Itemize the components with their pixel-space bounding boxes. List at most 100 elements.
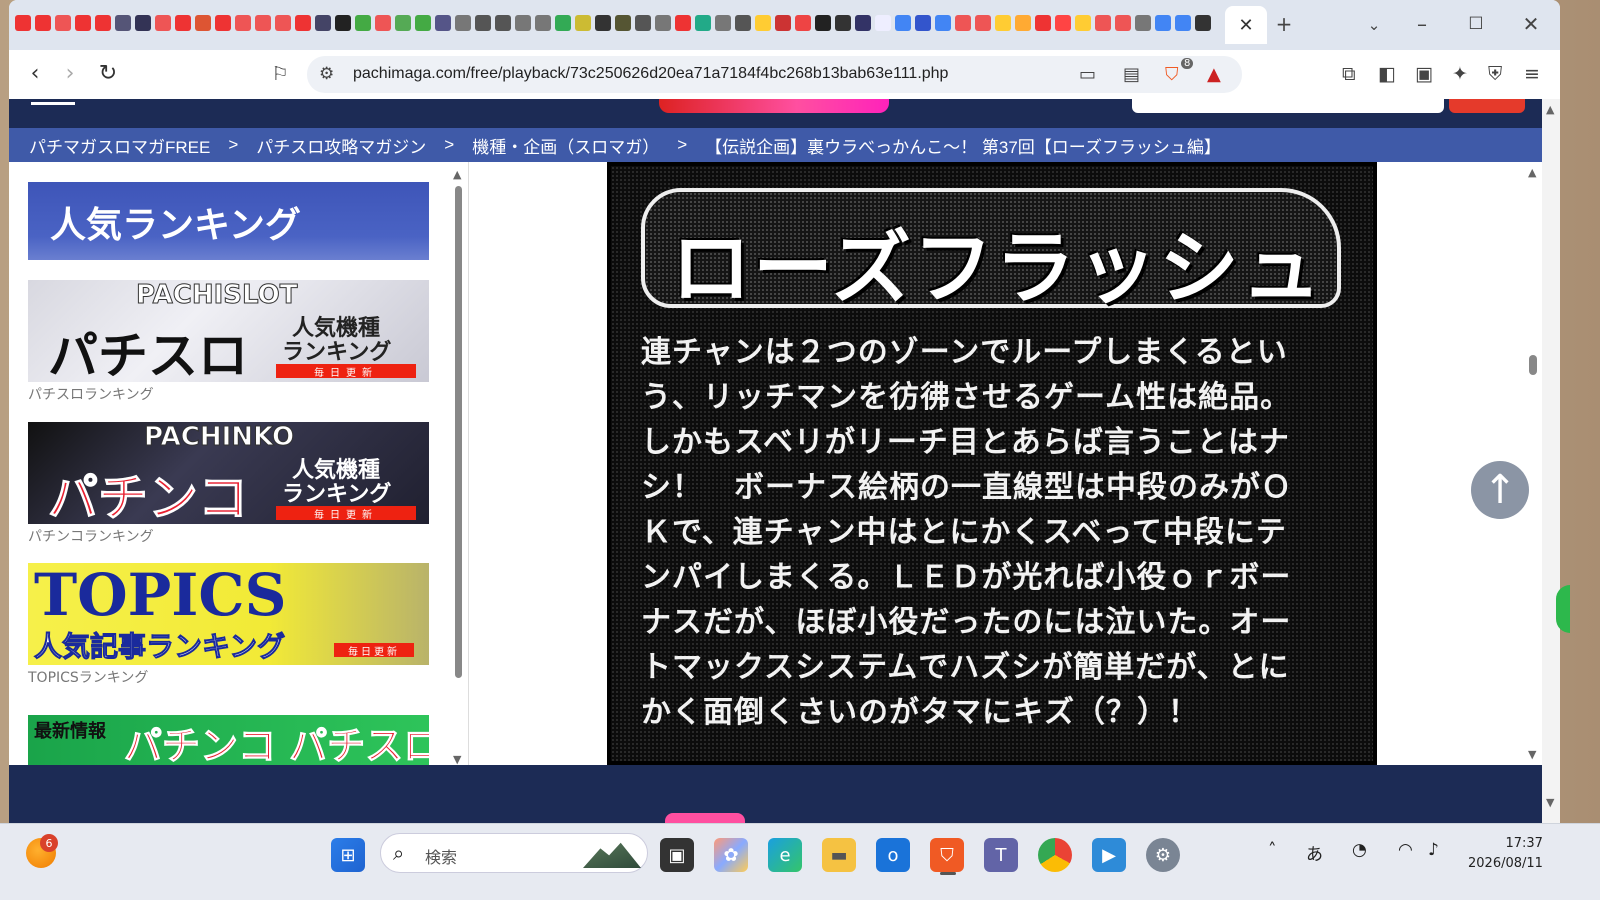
site-logo[interactable] — [659, 99, 889, 113]
tab-favicon-icon[interactable] — [635, 15, 651, 31]
maximize-button[interactable]: ☐ — [1461, 14, 1491, 34]
tab-favicon-icon[interactable] — [875, 15, 891, 31]
reader-mode-icon[interactable]: ▤ — [1123, 64, 1140, 85]
tab-favicon-icon[interactable] — [1155, 15, 1171, 31]
tab-favicon-icon[interactable] — [495, 15, 511, 31]
brave-rewards-icon[interactable]: ▲ — [1207, 64, 1221, 85]
tab-favicon-icon[interactable] — [55, 15, 71, 31]
tab-favicon-icon[interactable] — [835, 15, 851, 31]
scroll-down-arrow-icon[interactable]: ▼ — [1528, 748, 1536, 761]
brave-shields-icon[interactable]: ⛉ — [1165, 64, 1179, 85]
reload-icon[interactable]: ↻ — [95, 61, 121, 86]
content-scrollbar[interactable]: ▲ ▼ — [1526, 162, 1540, 765]
tab-favicon-icon[interactable] — [755, 15, 771, 31]
vpn-icon[interactable]: ⛨ — [1488, 63, 1502, 85]
url-text[interactable]: pachimaga.com/free/playback/73c250626d20… — [353, 65, 948, 83]
breadcrumb-item-home[interactable]: パチマガスロマガFREE — [29, 133, 210, 158]
page-scrollbar[interactable]: ▲ ▼ — [1542, 99, 1560, 823]
tab-favicon-icon[interactable] — [1055, 15, 1071, 31]
back-to-top-button[interactable]: ↑ — [1471, 461, 1529, 519]
task-view-icon[interactable]: ▣ — [660, 838, 694, 872]
tab-favicon-icon[interactable] — [355, 15, 371, 31]
leo-ai-icon[interactable]: ✦ — [1452, 63, 1468, 85]
tab-favicon-icon[interactable] — [975, 15, 991, 31]
footer-logo[interactable] — [665, 813, 745, 823]
settings-gear-icon[interactable]: ⚙ — [1146, 838, 1180, 872]
tab-favicon-icon[interactable] — [515, 15, 531, 31]
tray-chevron-icon[interactable]: ˄ — [1268, 840, 1277, 860]
pachinko-ranking-banner[interactable]: PACHINKO パチンコ 人気機種 ランキング 毎日更新 — [28, 422, 429, 524]
tab-favicon-icon[interactable] — [855, 15, 871, 31]
tab-favicon-icon[interactable] — [175, 15, 191, 31]
cast-icon[interactable]: ▭ — [1079, 64, 1096, 85]
address-bar[interactable]: ⚙ pachimaga.com/free/playback/73c250626d… — [307, 56, 1242, 93]
tab-favicon-icon[interactable] — [15, 15, 31, 31]
start-menu-icon[interactable]: ⊞ — [331, 838, 365, 872]
topics-ranking-banner[interactable]: TOPICS 人気記事ランキング 毎日更新 — [28, 563, 429, 665]
sidebar-toggle-icon[interactable]: ◧ — [1378, 63, 1396, 85]
side-panel-tab[interactable] — [1556, 585, 1570, 633]
tab-favicon-icon[interactable] — [675, 15, 691, 31]
tab-favicon-icon[interactable] — [535, 15, 551, 31]
media-player-icon[interactable]: ▶ — [1092, 838, 1126, 872]
close-window-button[interactable]: ✕ — [1516, 12, 1546, 36]
tab-favicon-icon[interactable] — [695, 15, 711, 31]
tab-favicon-icon[interactable] — [155, 15, 171, 31]
site-search-input[interactable] — [1132, 99, 1444, 113]
scroll-down-arrow-icon[interactable]: ▼ — [453, 753, 461, 765]
banner-caption[interactable]: パチスロランキング — [28, 384, 154, 404]
tab-favicon-icon[interactable] — [35, 15, 51, 31]
menu-icon[interactable]: ≡ — [1524, 63, 1540, 85]
tab-favicon-icon[interactable] — [295, 15, 311, 31]
back-arrow-icon[interactable]: ‹ — [22, 61, 48, 86]
tab-favicon-icon[interactable] — [895, 15, 911, 31]
tab-favicon-icon[interactable] — [1195, 15, 1211, 31]
tab-favicon-icon[interactable] — [915, 15, 931, 31]
tab-favicon-icon[interactable] — [455, 15, 471, 31]
site-search-button[interactable] — [1449, 99, 1525, 113]
tab-favicon-icon[interactable] — [1115, 15, 1131, 31]
tab-list-chevron-icon[interactable]: ⌄ — [1359, 16, 1389, 34]
tab-favicon-icon[interactable] — [595, 15, 611, 31]
tab-favicon-icon[interactable] — [235, 15, 251, 31]
active-tab[interactable]: ✕ — [1225, 6, 1267, 44]
tab-favicon-icon[interactable] — [1035, 15, 1051, 31]
tab-favicon-icon[interactable] — [615, 15, 631, 31]
breadcrumb-item-magazine[interactable]: パチスロ攻略マガジン — [256, 133, 426, 158]
tab-favicon-icon[interactable] — [115, 15, 131, 31]
tab-favicon-icon[interactable] — [75, 15, 91, 31]
tab-favicon-icon[interactable] — [935, 15, 951, 31]
tab-favicon-icon[interactable] — [375, 15, 391, 31]
hamburger-menu-icon[interactable] — [31, 99, 75, 105]
tab-favicon-icon[interactable] — [215, 15, 231, 31]
tab-favicon-icon[interactable] — [255, 15, 271, 31]
banner-caption[interactable]: TOPICSランキング — [28, 667, 148, 687]
bookmark-icon[interactable]: ⚐ — [267, 63, 293, 85]
banner-caption[interactable]: パチンコランキング — [28, 526, 154, 546]
tab-favicon-icon[interactable] — [995, 15, 1011, 31]
teams-icon[interactable]: T — [984, 838, 1018, 872]
ime-indicator[interactable]: あ — [1306, 840, 1323, 865]
tab-favicon-icon[interactable] — [775, 15, 791, 31]
tab-favicon-icon[interactable] — [955, 15, 971, 31]
chrome-icon[interactable] — [1038, 838, 1072, 872]
tab-favicon-icon[interactable] — [715, 15, 731, 31]
tab-favicon-icon[interactable] — [1135, 15, 1151, 31]
scroll-up-arrow-icon[interactable]: ▲ — [1528, 166, 1536, 179]
tab-favicon-icon[interactable] — [1175, 15, 1191, 31]
tab-favicon-icon[interactable] — [135, 15, 151, 31]
tab-favicon-icon[interactable] — [735, 15, 751, 31]
tab-favicon-icon[interactable] — [575, 15, 591, 31]
file-explorer-icon[interactable]: ▬ — [822, 838, 856, 872]
tab-favicon-icon[interactable] — [1095, 15, 1111, 31]
minimize-button[interactable]: – — [1407, 12, 1437, 36]
sidebar-scroll-thumb[interactable] — [455, 186, 462, 678]
tab-favicon-icon[interactable] — [555, 15, 571, 31]
volume-icon[interactable]: ♪ — [1428, 840, 1439, 860]
tab-favicon-icon[interactable] — [415, 15, 431, 31]
tab-favicon-icon[interactable] — [195, 15, 211, 31]
taskbar-search-input[interactable]: ⌕ 検索 — [380, 833, 648, 873]
tab-favicon-icon[interactable] — [655, 15, 671, 31]
copilot-icon[interactable]: ✿ — [714, 838, 748, 872]
tab-favicon-icon[interactable] — [275, 15, 291, 31]
